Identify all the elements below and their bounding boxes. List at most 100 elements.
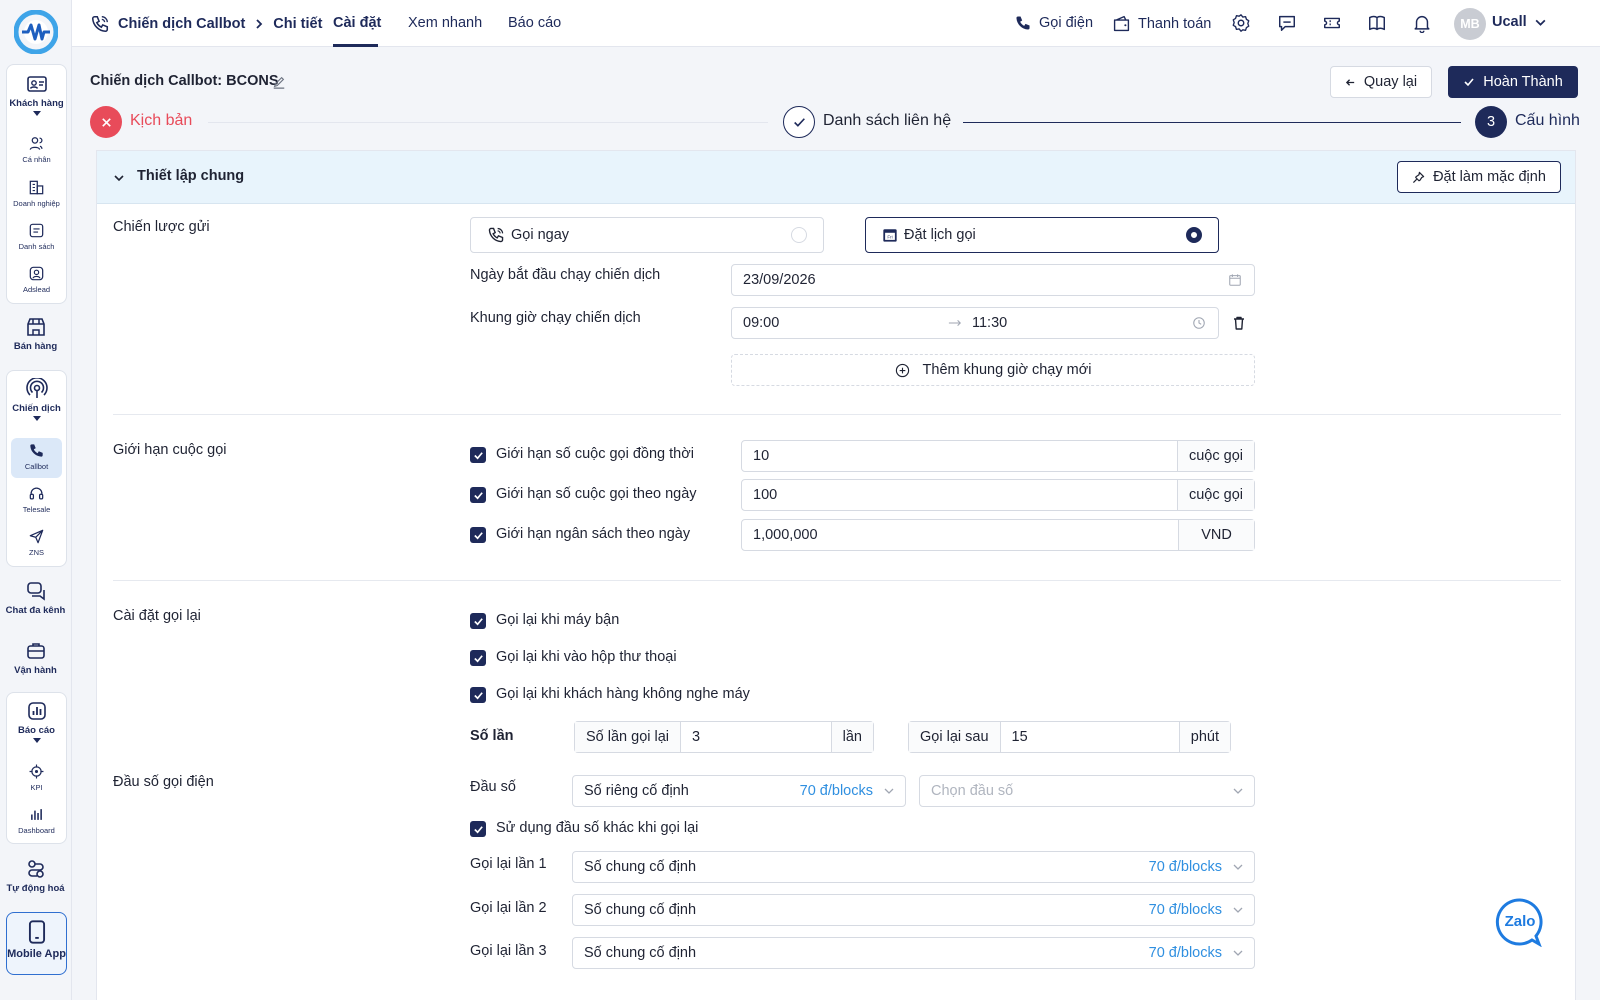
checkbox-use-other-number[interactable] [470,821,486,837]
send-strategy-title: Chiến lược gửi [113,219,210,235]
nav-item-zns[interactable]: ZNS [7,528,66,557]
nav-label: KPI [30,783,43,792]
recall-no-answer-label: Gọi lại khi khách hàng không nghe máy [496,686,750,702]
daily-budget-input[interactable]: 1,000,000 VND [741,519,1255,551]
book-icon[interactable] [1367,13,1387,33]
tab-quick-view[interactable]: Xem nhanh [408,15,482,31]
ticket-icon[interactable] [1322,13,1342,33]
step-connector [208,122,768,123]
tab-settings[interactable]: Cài đặt [333,15,381,31]
nav-item-kpi[interactable]: KPI [7,763,66,792]
start-date-value: 23/09/2026 [743,272,816,288]
nav-item-list[interactable]: Danh sách [7,222,66,251]
chevron-down-icon[interactable] [32,738,41,743]
daily-budget-value[interactable]: 1,000,000 [742,527,1178,543]
daily-call-limit-label: Giới hạn số cuộc gọi theo ngày [496,486,697,502]
edit-icon[interactable] [272,75,286,89]
checkbox-recall-no-answer[interactable] [470,687,486,703]
general-settings-card: Thiết lập chung Đặt làm mặc định Chiến l… [96,150,1576,1000]
close-icon [101,117,111,127]
start-date-field[interactable]: 23/09/2026 [731,264,1255,296]
retry-after-unit: phút [1178,722,1230,752]
message-icon[interactable] [1277,13,1297,33]
chevron-down-icon[interactable] [32,416,41,421]
concurrent-limit-input[interactable]: 10 cuộc gọi [741,440,1255,472]
radio-checked[interactable] [1186,227,1202,243]
tab-reports[interactable]: Báo cáo [508,15,561,31]
nav-item-customers[interactable]: Khách hàng [7,73,66,116]
nav-item-telesale[interactable]: Telesale [7,485,66,514]
nav-label: ZNS [29,548,44,557]
add-time-frame-button[interactable]: Thêm khung giờ chạy mới [731,354,1255,386]
check-icon [793,117,805,127]
number-select[interactable]: Chọn đầu số [919,775,1255,807]
nav-item-campaigns[interactable]: Chiến dịch [7,378,66,421]
trash-icon[interactable] [1231,315,1247,331]
option-label: Đặt lịch gọi [904,227,976,243]
bell-icon[interactable] [1412,13,1432,33]
set-default-button[interactable]: Đặt làm mặc định [1397,161,1561,193]
card-header[interactable]: Thiết lập chung Đặt làm mặc định [97,151,1575,204]
time-from[interactable]: 09:00 [732,315,948,331]
finish-button[interactable]: Hoàn Thành [1448,66,1578,98]
chevron-down-icon[interactable] [32,111,41,116]
ucall-logo[interactable] [14,10,58,54]
step-3-active[interactable]: 3 [1475,106,1507,138]
option-schedule-call[interactable]: Fri Đặt lịch gọi [865,217,1219,253]
chevron-down-icon [884,788,894,794]
call-button[interactable]: Gọi điện [1014,14,1093,32]
user-menu[interactable]: Ucall [1492,14,1547,30]
nav-item-reports[interactable]: Báo cáo [7,700,66,743]
step-3-label[interactable]: Cấu hình [1515,112,1580,130]
recall-2-select[interactable]: Số chung cố định 70 đ/blocks [572,894,1255,926]
radio-unchecked[interactable] [791,227,807,243]
payment-button[interactable]: Thanh toán [1112,14,1211,33]
breadcrumb: Chiến dịch Callbot Chi tiết [90,14,322,34]
pin-icon [1413,171,1425,183]
recall-1-select[interactable]: Số chung cố định 70 đ/blocks [572,851,1255,883]
avatar[interactable]: MB [1454,8,1486,40]
zalo-chat-button[interactable]: Zalo [1495,897,1545,947]
user-circle-icon [29,266,44,281]
nav-item-dashboard[interactable]: Dashboard [7,806,66,835]
step-2-done[interactable] [783,106,815,138]
nav-item-individual[interactable]: Cá nhân [7,135,66,164]
checkbox-daily-call-limit[interactable] [470,487,486,503]
number-type-select[interactable]: Số riêng cố định 70 đ/blocks [572,775,906,807]
checkbox-concurrent-limit[interactable] [470,447,486,463]
retry-value[interactable]: 3 [681,729,831,745]
nav-item-operations[interactable]: Vận hành [0,640,71,676]
back-button[interactable]: Quay lại [1330,66,1432,98]
recall-3-select[interactable]: Số chung cố định 70 đ/blocks [572,937,1255,969]
step-2-label[interactable]: Danh sách liên hệ [823,112,951,130]
daily-call-limit-value[interactable]: 100 [742,487,1177,503]
check-icon [473,531,483,539]
nav-item-callbot[interactable]: Callbot [11,438,62,478]
checkbox-daily-budget[interactable] [470,527,486,543]
time-frame-field[interactable]: 09:00 11:30 [731,307,1219,339]
nav-item-mobile-app[interactable]: Mobile App [6,912,67,975]
payment-label: Thanh toán [1138,15,1212,32]
chevron-down-icon[interactable] [113,172,125,184]
time-to[interactable]: 11:30 [972,315,1192,331]
nav-item-adslead[interactable]: Adslead [7,265,66,294]
recall-3-label: Gọi lại lần 3 [470,943,547,959]
nav-item-automation[interactable]: Tự động hoá [0,858,71,894]
option-call-now[interactable]: Gọi ngay [470,217,824,253]
nav-item-omnichat[interactable]: Chat đa kênh [0,580,71,616]
gear-icon[interactable] [1231,13,1251,33]
retry-count-input[interactable]: Số lần gọi lại 3 lần [574,721,874,753]
step-1-label[interactable]: Kịch bản [130,112,192,130]
concurrent-limit-value[interactable]: 10 [742,448,1177,464]
breadcrumb-detail[interactable]: Chi tiết [273,16,322,32]
checkbox-recall-voicemail[interactable] [470,650,486,666]
checkbox-recall-busy[interactable] [470,613,486,629]
retry-after-input[interactable]: Gọi lại sau 15 phút [908,721,1231,753]
retry-after-value[interactable]: 15 [1001,729,1179,745]
nav-item-business[interactable]: Doanh nghiệp [7,179,66,208]
nav-item-sales[interactable]: Bán hàng [0,316,71,352]
chevron-down-icon [1233,864,1243,870]
breadcrumb-campaign[interactable]: Chiến dịch Callbot [118,16,245,32]
daily-call-limit-input[interactable]: 100 cuộc gọi [741,479,1255,511]
step-1-error[interactable] [90,106,122,138]
